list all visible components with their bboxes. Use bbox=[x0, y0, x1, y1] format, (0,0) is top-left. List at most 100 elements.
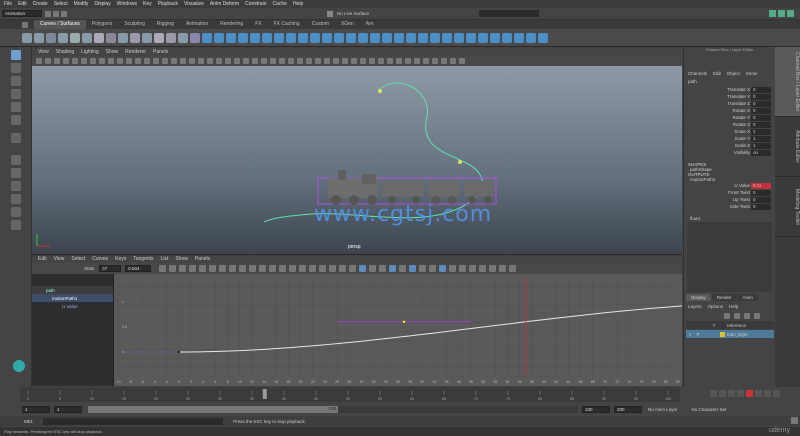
outliner-item-path[interactable]: path bbox=[32, 286, 113, 294]
channel-menu-channels[interactable]: Channels bbox=[688, 71, 707, 76]
attr-row-translate-z[interactable]: Translate Z0 bbox=[684, 100, 775, 107]
viewport-tool-icon[interactable] bbox=[396, 58, 402, 64]
scale-tool-icon[interactable] bbox=[11, 115, 21, 125]
attr-row-scale-y[interactable]: Scale Y1 bbox=[684, 135, 775, 142]
menu-constrain[interactable]: Constrain bbox=[245, 1, 266, 7]
viewport-tool-icon[interactable] bbox=[189, 58, 195, 64]
shelf-tool-icon[interactable] bbox=[238, 32, 248, 43]
viewport-menu-renderer[interactable]: Renderer bbox=[125, 49, 146, 55]
new-layer-icon[interactable] bbox=[724, 313, 730, 319]
shelf-tab-rigging[interactable]: Rigging bbox=[151, 20, 180, 29]
attr-value[interactable]: 1 bbox=[751, 135, 771, 142]
viewport-tool-icon[interactable] bbox=[387, 58, 393, 64]
magnet-icon[interactable] bbox=[327, 10, 333, 17]
graph-tool-icon[interactable] bbox=[439, 265, 447, 272]
viewport-tool-icon[interactable] bbox=[414, 58, 420, 64]
step-back-frame-icon[interactable] bbox=[728, 390, 735, 397]
shelf-tool-icon[interactable] bbox=[310, 32, 320, 43]
channel-menu-edit[interactable]: Edit bbox=[713, 71, 721, 76]
viewport-tool-icon[interactable] bbox=[315, 58, 321, 64]
shelf-tool-icon[interactable] bbox=[382, 32, 392, 43]
attr-value[interactable]: 0 bbox=[751, 203, 771, 210]
attr-row-translate-y[interactable]: Translate Y0 bbox=[684, 93, 775, 100]
character-set-dropdown[interactable]: No Character Set bbox=[692, 407, 727, 412]
path-mid-marker[interactable] bbox=[458, 160, 462, 164]
move-layer-down-icon[interactable] bbox=[754, 313, 760, 319]
viewport-tool-icon[interactable] bbox=[180, 58, 186, 64]
side-tab-modeling-toolkit[interactable]: Modeling Toolkit bbox=[775, 177, 800, 237]
viewport-tool-icon[interactable] bbox=[288, 58, 294, 64]
menu-edit[interactable]: Edit bbox=[18, 1, 27, 7]
viewport-tool-icon[interactable] bbox=[198, 58, 204, 64]
shelf-tool-icon[interactable] bbox=[142, 32, 152, 43]
end-frame-field[interactable]: 200 bbox=[614, 405, 642, 413]
menu-help[interactable]: Help bbox=[293, 1, 303, 7]
attr-value[interactable]: 0 bbox=[751, 100, 771, 107]
graph-tool-icon[interactable] bbox=[349, 265, 357, 272]
start-frame-field[interactable]: 1 bbox=[22, 405, 50, 413]
shelf-tool-icon[interactable] bbox=[82, 32, 92, 43]
graph-tool-icon[interactable] bbox=[199, 265, 207, 272]
viewport-tool-icon[interactable] bbox=[108, 58, 114, 64]
viewport-tool-icon[interactable] bbox=[54, 58, 60, 64]
viewport-tool-icon[interactable] bbox=[225, 58, 231, 64]
viewport-tool-icon[interactable] bbox=[333, 58, 339, 64]
viewport-tool-icon[interactable] bbox=[243, 58, 249, 64]
search-field[interactable] bbox=[479, 10, 540, 17]
shelf-tool-icon[interactable] bbox=[94, 32, 104, 43]
shelf-tab-custom[interactable]: Custom bbox=[306, 20, 335, 29]
side-tab-attribute-editor[interactable]: Attribute Editor bbox=[775, 117, 800, 177]
outliner-item-uvalue[interactable]: U Value bbox=[32, 302, 113, 310]
viewport-tool-icon[interactable] bbox=[450, 58, 456, 64]
attr-value[interactable]: 0 bbox=[751, 93, 771, 100]
layer-row-train-layer[interactable]: V Ptrain_layer bbox=[686, 330, 774, 338]
shelf-tool-icon[interactable] bbox=[442, 32, 452, 43]
shelf-tool-icon[interactable] bbox=[322, 32, 332, 43]
attr-row-visibility[interactable]: Visibility on bbox=[684, 149, 775, 156]
layer-flag[interactable]: P bbox=[694, 332, 702, 337]
layer-name[interactable]: reference bbox=[727, 323, 746, 328]
graph-tool-icon[interactable] bbox=[319, 265, 327, 272]
shelf-tab-fx-caching[interactable]: FX Caching bbox=[268, 20, 306, 29]
step-forward-key-icon[interactable] bbox=[764, 390, 771, 397]
hypershade-icon[interactable] bbox=[787, 10, 795, 17]
graph-menu-list[interactable]: List bbox=[161, 256, 169, 262]
menu-create[interactable]: Create bbox=[33, 1, 48, 7]
menu-select[interactable]: Select bbox=[54, 1, 68, 7]
menu-modify[interactable]: Modify bbox=[74, 1, 89, 7]
shelf-tab-arn[interactable]: Arn bbox=[360, 20, 380, 29]
graph-tool-icon[interactable] bbox=[189, 265, 197, 272]
attr-row-rotate-z[interactable]: Rotate Z0 bbox=[684, 121, 775, 128]
attr-value[interactable]: 0 bbox=[751, 114, 771, 121]
viewport-tool-icon[interactable] bbox=[351, 58, 357, 64]
new-layer-selected-icon[interactable] bbox=[734, 313, 740, 319]
viewport-tool-icon[interactable] bbox=[144, 58, 150, 64]
viewport-tool-icon[interactable] bbox=[369, 58, 375, 64]
range-slider[interactable]: 100 bbox=[88, 405, 338, 413]
graph-tool-icon[interactable] bbox=[379, 265, 387, 272]
shelf-tool-icon[interactable] bbox=[178, 32, 188, 43]
graph-tool-icon[interactable] bbox=[409, 265, 417, 272]
move-layer-up-icon[interactable] bbox=[744, 313, 750, 319]
shelf-tool-icon[interactable] bbox=[34, 32, 44, 43]
viewport-tool-icon[interactable] bbox=[234, 58, 240, 64]
stats-frame-field[interactable]: 37 bbox=[99, 265, 122, 272]
open-scene-icon[interactable] bbox=[53, 10, 59, 17]
attr-value[interactable]: 1 bbox=[751, 128, 771, 135]
graph-tool-icon[interactable] bbox=[419, 265, 427, 272]
shelf-tool-icon[interactable] bbox=[514, 32, 524, 43]
viewport-tool-icon[interactable] bbox=[279, 58, 285, 64]
shelf-tool-icon[interactable] bbox=[190, 32, 200, 43]
layout-single-icon[interactable] bbox=[11, 155, 21, 165]
menu-display[interactable]: Display bbox=[94, 1, 110, 7]
attr-row-translate-x[interactable]: Translate X0 bbox=[684, 86, 775, 93]
viewport-tool-icon[interactable] bbox=[216, 58, 222, 64]
viewport-tool-icon[interactable] bbox=[171, 58, 177, 64]
attr-value[interactable]: 0 bbox=[751, 121, 771, 128]
viewport-tool-icon[interactable] bbox=[270, 58, 276, 64]
shelf-tool-icon[interactable] bbox=[58, 32, 68, 43]
path-start-marker[interactable] bbox=[378, 89, 382, 93]
viewport-tool-icon[interactable] bbox=[378, 58, 384, 64]
step-back-key-icon[interactable] bbox=[719, 390, 726, 397]
shelf-tool-icon[interactable] bbox=[46, 32, 56, 43]
